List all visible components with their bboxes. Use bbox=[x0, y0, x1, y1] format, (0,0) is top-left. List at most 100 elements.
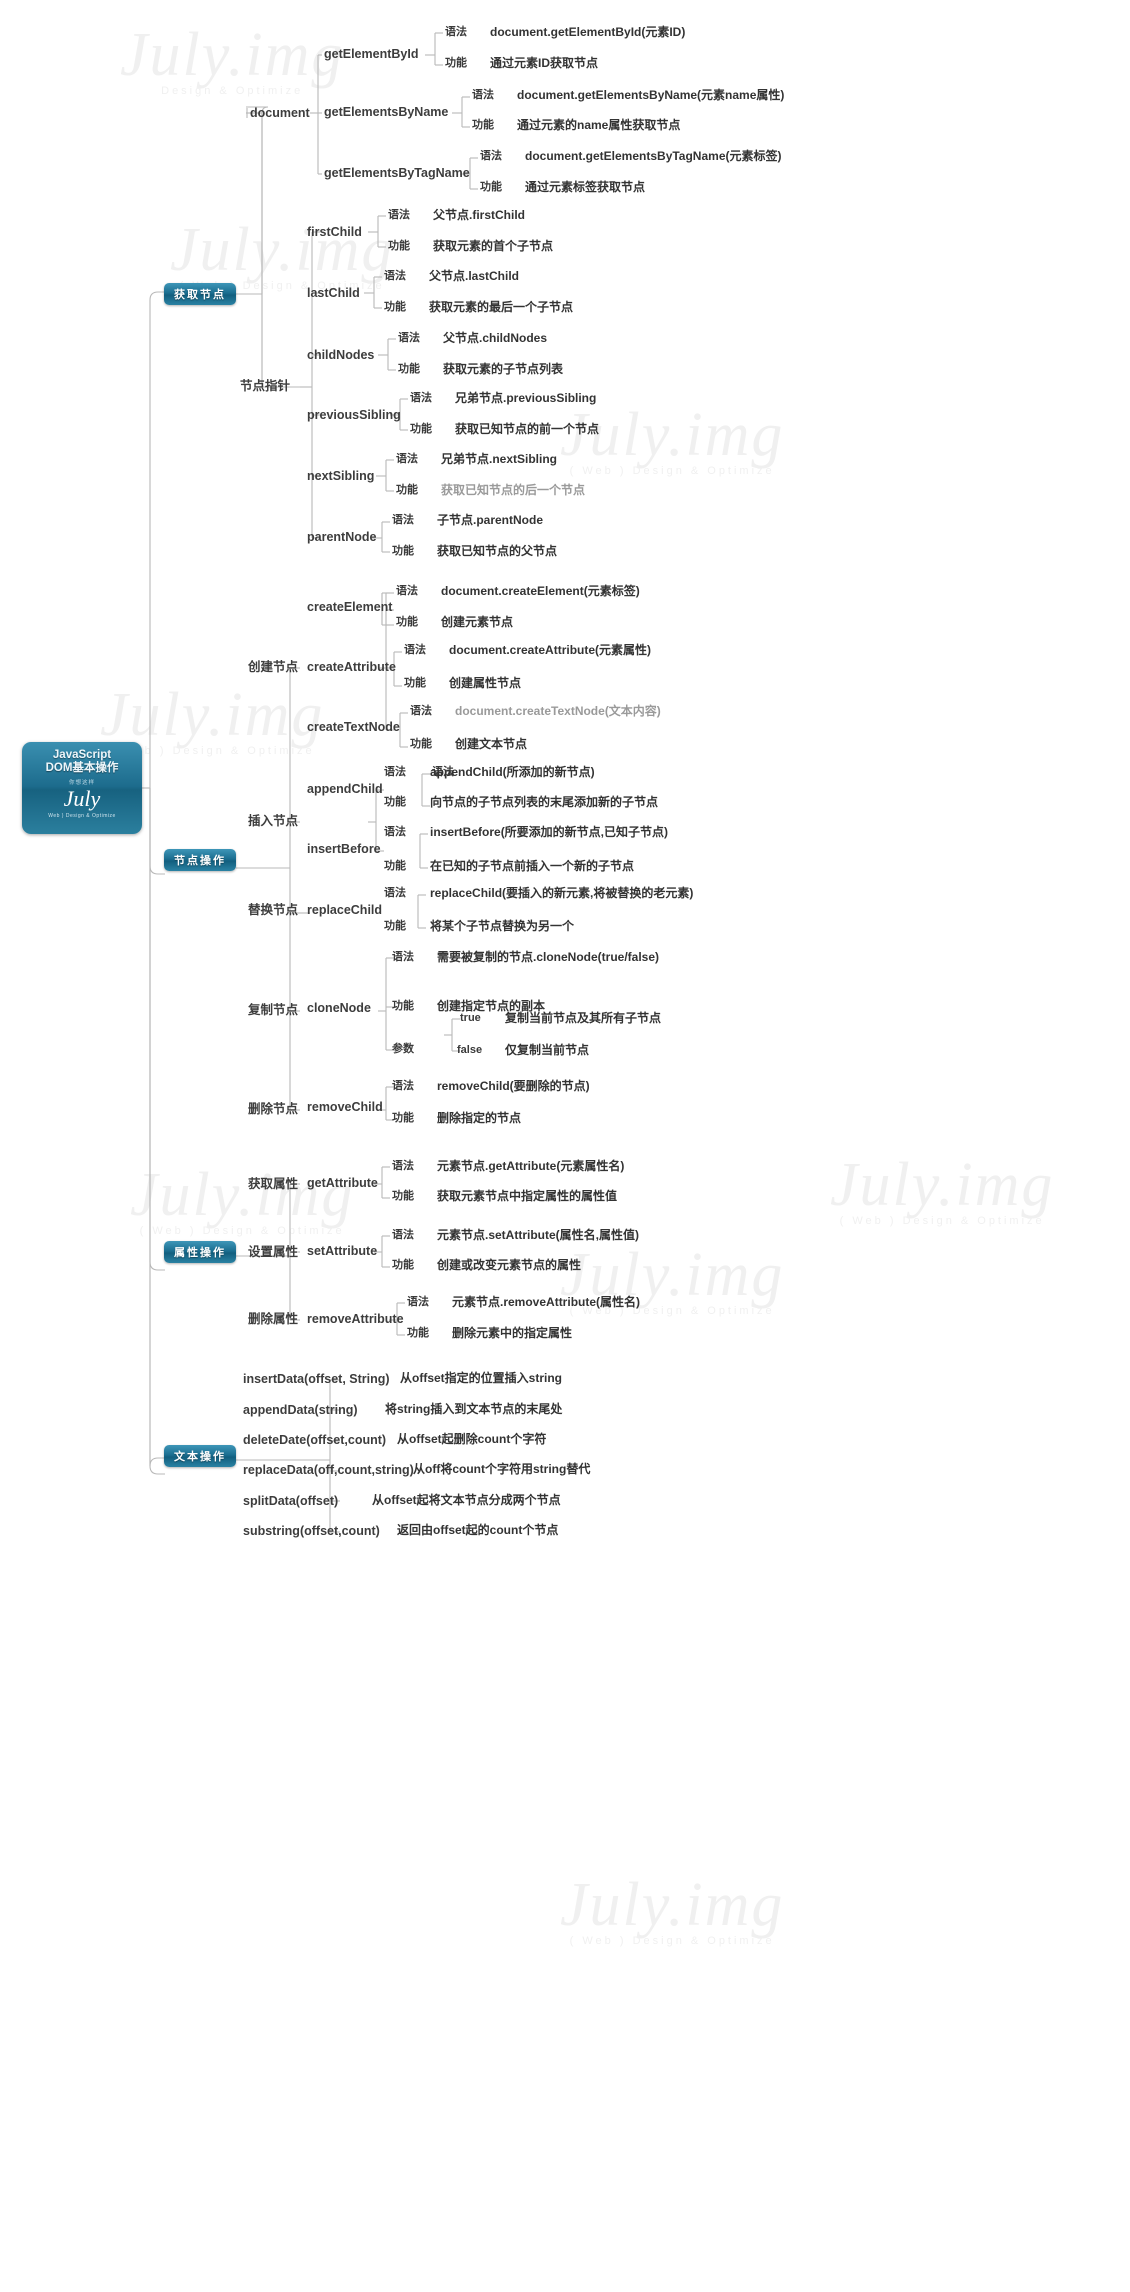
text-op-name[interactable]: insertData(offset, String) bbox=[243, 1373, 390, 1386]
label-params: 参数 bbox=[392, 1043, 414, 1055]
detail-setAttribute-func: 创建或改变元素节点的属性 bbox=[437, 1258, 582, 1272]
text-op-name[interactable]: replaceData(off,count,string) bbox=[243, 1464, 414, 1477]
method-previousSibling[interactable]: previousSibling bbox=[307, 409, 401, 422]
branch-text-ops[interactable]: 文本操作 bbox=[164, 1445, 236, 1467]
detail-removeChild-func: 删除指定的节点 bbox=[437, 1111, 522, 1125]
text-op-name[interactable]: substring(offset,count) bbox=[243, 1525, 380, 1538]
detail-lastChild-func: 获取元素的最后一个子节点 bbox=[429, 300, 574, 314]
label-syntax: 语法 bbox=[398, 332, 420, 344]
text-op-desc: 返回由offset起的count个节点 bbox=[397, 1523, 559, 1537]
method-setAttribute[interactable]: setAttribute bbox=[307, 1245, 377, 1258]
method-firstChild[interactable]: firstChild bbox=[307, 226, 362, 239]
detail-insertBefore-syntax: insertBefore(所要添加的新节点,已知子节点) bbox=[430, 825, 669, 839]
label-function: 功能 bbox=[398, 363, 420, 375]
label-syntax: 语法 bbox=[404, 644, 426, 656]
method-getAttribute[interactable]: getAttribute bbox=[307, 1177, 378, 1190]
method-cloneNode[interactable]: cloneNode bbox=[307, 1002, 371, 1015]
method-nextSibling[interactable]: nextSibling bbox=[307, 470, 374, 483]
group-node-pointer[interactable]: 节点指针 bbox=[240, 380, 290, 393]
label-syntax: 语法 bbox=[392, 951, 414, 963]
detail-getElementsByName-func: 通过元素的name属性获取节点 bbox=[517, 118, 681, 132]
text-op-name[interactable]: appendData(string) bbox=[243, 1404, 358, 1417]
label-syntax: 语法 bbox=[392, 514, 414, 526]
group-remove-attr[interactable]: 删除属性 bbox=[248, 1313, 298, 1326]
method-childNodes[interactable]: childNodes bbox=[307, 349, 374, 362]
group-set-attr[interactable]: 设置属性 bbox=[248, 1246, 298, 1259]
detail-firstChild-syntax: 父节点.firstChild bbox=[433, 208, 525, 222]
detail-getElementById-syntax: document.getElementById(元素ID) bbox=[490, 25, 686, 39]
method-removeChild[interactable]: removeChild bbox=[307, 1101, 383, 1114]
mindmap-canvas: July.img Design & Optimize July.img( Web … bbox=[0, 0, 1130, 2292]
method-lastChild[interactable]: lastChild bbox=[307, 287, 360, 300]
label-syntax: 语法 bbox=[392, 1080, 414, 1092]
group-get-attr[interactable]: 获取属性 bbox=[248, 1178, 298, 1191]
label-syntax: 语法 bbox=[410, 392, 432, 404]
branch-attr-ops[interactable]: 属性操作 bbox=[164, 1241, 236, 1263]
detail-parentNode-syntax: 子节点.parentNode bbox=[437, 513, 544, 527]
detail-replaceChild-syntax: replaceChild(要插入的新元素,将被替换的老元素) bbox=[430, 886, 694, 900]
label-syntax: 语法 bbox=[384, 826, 406, 838]
label-function: 功能 bbox=[392, 1000, 414, 1012]
group-create-node[interactable]: 创建节点 bbox=[248, 661, 298, 674]
method-getElementsByName[interactable]: getElementsByName bbox=[324, 106, 448, 119]
root-title-line1: JavaScript bbox=[52, 749, 112, 761]
root-subtitle: 你想这样 bbox=[68, 780, 95, 786]
group-document[interactable]: document bbox=[250, 107, 310, 120]
label-function: 功能 bbox=[407, 1327, 429, 1339]
method-createElement[interactable]: createElement bbox=[307, 601, 392, 614]
group-replace-node[interactable]: 替换节点 bbox=[248, 904, 298, 917]
detail-replaceChild-func: 将某个子节点替换为另一个 bbox=[430, 919, 575, 933]
detail-appendChild-func: 向节点的子节点列表的末尾添加新的子节点 bbox=[430, 795, 659, 809]
group-delete-node[interactable]: 删除节点 bbox=[248, 1103, 298, 1116]
detail-lastChild-syntax: 父节点.lastChild bbox=[429, 269, 520, 283]
label-syntax: 语法 bbox=[472, 89, 494, 101]
label-syntax: 语法 bbox=[384, 270, 406, 282]
method-appendChild[interactable]: appendChild bbox=[307, 783, 383, 796]
detail-firstChild-func: 获取元素的首个子节点 bbox=[433, 239, 554, 253]
detail-createElement-syntax: document.createElement(元素标签) bbox=[441, 584, 640, 598]
detail-createAttribute-func: 创建属性节点 bbox=[449, 676, 522, 690]
label-function: 功能 bbox=[392, 1112, 414, 1124]
watermark: July.img( Web ) Design & Optimize bbox=[830, 1151, 1055, 1227]
detail-cloneNode-syntax: 需要被复制的节点.cloneNode(true/false) bbox=[437, 950, 660, 964]
text-op-name[interactable]: splitData(offset) bbox=[243, 1495, 338, 1508]
method-createAttribute[interactable]: createAttribute bbox=[307, 661, 396, 674]
detail-getElementById-func: 通过元素ID获取节点 bbox=[490, 56, 599, 70]
label-syntax: 语法 bbox=[392, 1229, 414, 1241]
label-function: 功能 bbox=[392, 1259, 414, 1271]
label-function: 功能 bbox=[384, 860, 406, 872]
connector-lines bbox=[142, 32, 478, 1533]
text-op-name[interactable]: deleteDate(offset,count) bbox=[243, 1434, 386, 1447]
label-syntax: 语法 bbox=[392, 1160, 414, 1172]
method-replaceChild[interactable]: replaceChild bbox=[307, 904, 382, 917]
method-insertBefore[interactable]: insertBefore bbox=[307, 843, 381, 856]
watermark: July.img( Web ) Design & Optimize bbox=[560, 401, 785, 477]
group-copy-node[interactable]: 复制节点 bbox=[248, 1004, 298, 1017]
label-syntax: 语法 bbox=[410, 705, 432, 717]
detail-nextSibling-func: 获取已知节点的后一个节点 bbox=[441, 483, 586, 497]
label-function: 功能 bbox=[445, 57, 467, 69]
branch-node-ops[interactable]: 节点操作 bbox=[164, 849, 236, 871]
label-syntax: 语法 bbox=[396, 585, 418, 597]
method-parentNode[interactable]: parentNode bbox=[307, 531, 376, 544]
group-insert-node[interactable]: 插入节点 bbox=[248, 815, 298, 828]
label-syntax: 语法 bbox=[445, 26, 467, 38]
method-createTextNode[interactable]: createTextNode bbox=[307, 721, 400, 734]
detail-cloneNode-false-desc: 仅复制当前节点 bbox=[505, 1043, 590, 1057]
method-removeAttribute[interactable]: removeAttribute bbox=[307, 1313, 404, 1326]
detail-getAttribute-func: 获取元素节点中指定属性的属性值 bbox=[437, 1189, 618, 1203]
branch-get-node[interactable]: 获取节点 bbox=[164, 283, 236, 305]
label-syntax: 语法 bbox=[480, 150, 502, 162]
detail-removeAttribute-syntax: 元素节点.removeAttribute(属性名) bbox=[452, 1295, 641, 1309]
label-function: 功能 bbox=[396, 616, 418, 628]
label-function: 功能 bbox=[404, 677, 426, 689]
method-getElementsByTagName[interactable]: getElementsByTagName bbox=[324, 167, 470, 180]
detail-nextSibling-syntax: 兄弟节点.nextSibling bbox=[441, 452, 558, 466]
label-function: 功能 bbox=[480, 181, 502, 193]
label-function: 功能 bbox=[384, 301, 406, 313]
label-syntax: 语法 bbox=[384, 766, 406, 778]
root-node[interactable]: JavaScript DOM基本操作 你想这样 July Web ) Desig… bbox=[22, 742, 142, 834]
detail-previousSibling-func: 获取已知节点的前一个节点 bbox=[455, 422, 600, 436]
label-syntax: 语法 bbox=[384, 887, 406, 899]
method-getElementById[interactable]: getElementById bbox=[324, 48, 418, 61]
